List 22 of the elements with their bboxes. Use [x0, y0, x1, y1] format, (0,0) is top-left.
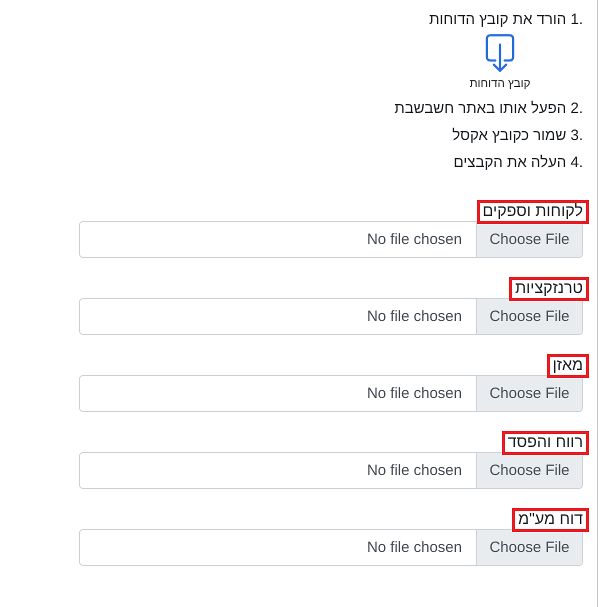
choose-file-button[interactable]: Choose File: [476, 299, 582, 334]
choose-file-button[interactable]: Choose File: [476, 453, 582, 488]
file-input-field[interactable]: No file chosen Choose File: [79, 529, 583, 566]
file-status-text: No file chosen: [366, 384, 463, 404]
field-label: טרנזקציות: [509, 277, 589, 301]
field-label: דוח מע"מ: [512, 508, 589, 532]
field-label: מאזן: [546, 354, 589, 378]
file-status-text: No file chosen: [366, 307, 463, 327]
choose-file-button[interactable]: Choose File: [476, 222, 582, 257]
file-status-text: No file chosen: [366, 461, 463, 481]
choose-file-button[interactable]: Choose File: [476, 376, 582, 411]
download-icon[interactable]: [485, 33, 515, 73]
download-caption[interactable]: קובץ הדוחות: [470, 77, 530, 91]
field-label: לקוחות וספקים: [476, 200, 589, 224]
file-input-field[interactable]: No file chosen Choose File: [79, 298, 583, 335]
file-input-field[interactable]: No file chosen Choose File: [79, 221, 583, 258]
file-input-field[interactable]: No file chosen Choose File: [79, 452, 583, 489]
file-status-text: No file chosen: [366, 538, 463, 558]
field-label: רווח והפסד: [502, 431, 589, 455]
file-input-field[interactable]: No file chosen Choose File: [79, 375, 583, 412]
file-status-text: No file chosen: [366, 230, 463, 250]
choose-file-button[interactable]: Choose File: [476, 530, 582, 565]
